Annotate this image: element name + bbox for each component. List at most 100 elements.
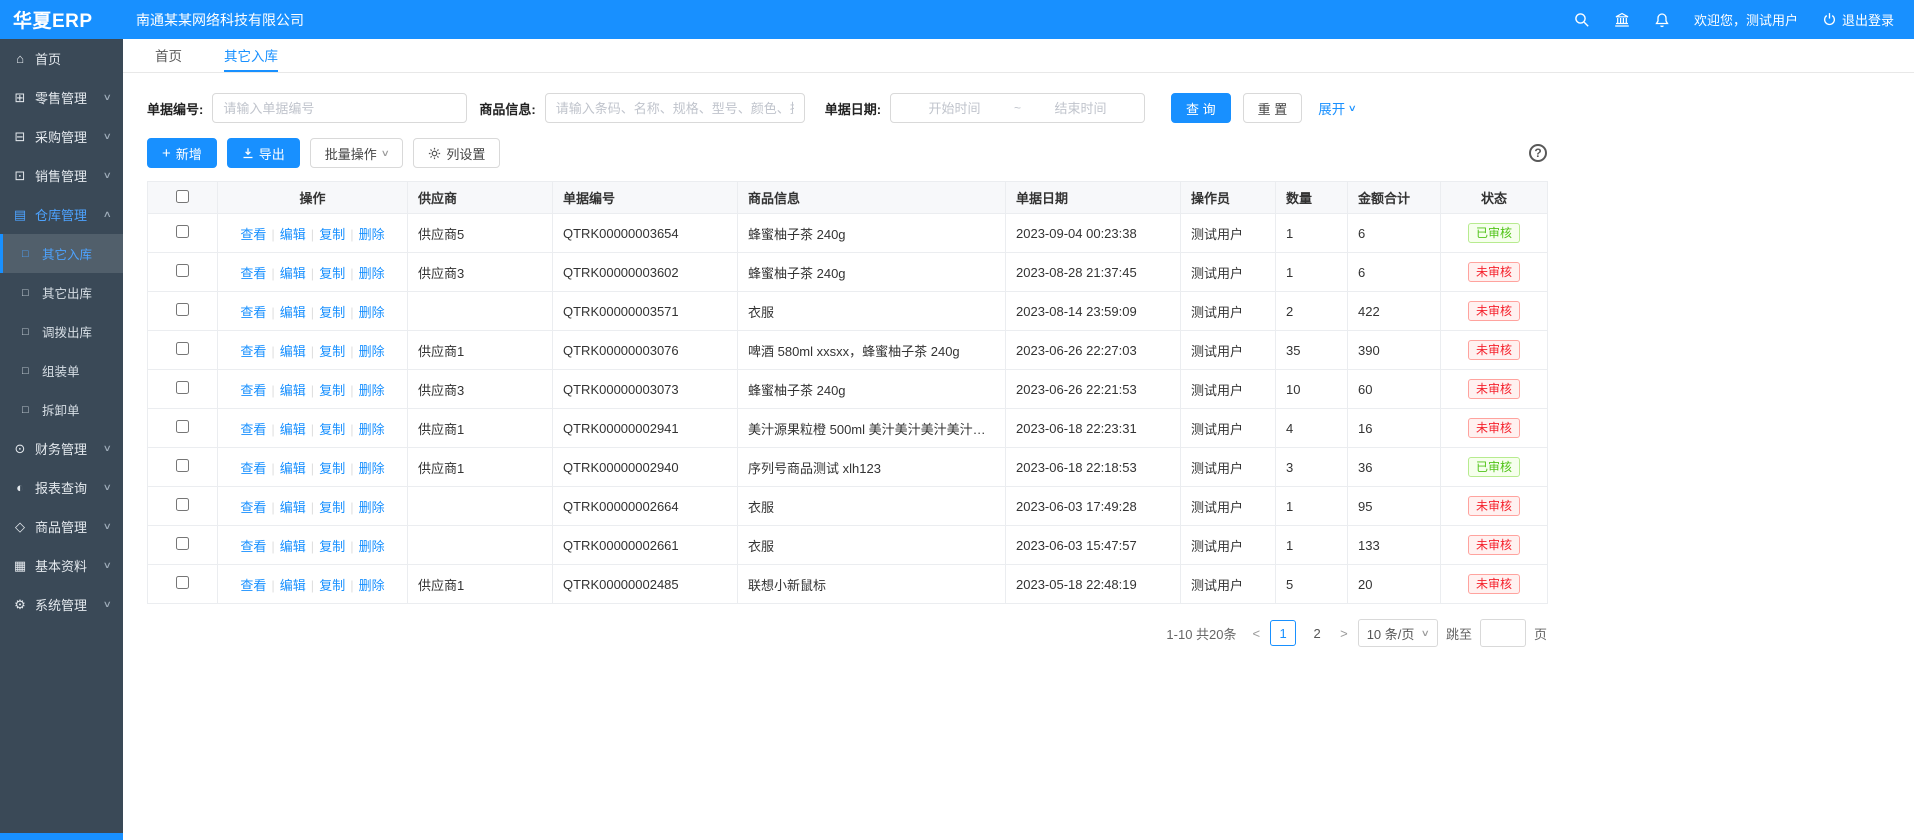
sidebar-subitem-other-inbound[interactable]: □其它入库 <box>0 234 123 273</box>
delete-link[interactable]: 删除 <box>359 227 385 242</box>
logout-button[interactable]: 退出登录 <box>1822 10 1894 29</box>
edit-link[interactable]: 编辑 <box>280 422 306 437</box>
sidebar-subitem-transfer-outbound[interactable]: □调拨出库 <box>0 312 123 351</box>
operator-cell: 测试用户 <box>1181 526 1276 565</box>
row-checkbox[interactable] <box>176 381 189 394</box>
bill-no-input[interactable] <box>212 93 467 123</box>
delete-link[interactable]: 删除 <box>359 344 385 359</box>
sidebar-subitem-disassembly[interactable]: □拆卸单 <box>0 390 123 429</box>
edit-link[interactable]: 编辑 <box>280 500 306 515</box>
view-link[interactable]: 查看 <box>240 578 266 593</box>
edit-link[interactable]: 编辑 <box>280 227 306 242</box>
add-button[interactable]: + 新增 <box>147 138 217 168</box>
view-link[interactable]: 查看 <box>240 305 266 320</box>
page-size-select[interactable]: 10 条/页 ∨ <box>1358 619 1438 647</box>
view-link[interactable]: 查看 <box>240 461 266 476</box>
view-link[interactable]: 查看 <box>240 539 266 554</box>
view-link[interactable]: 查看 <box>240 422 266 437</box>
copy-link[interactable]: 复制 <box>319 539 345 554</box>
table-row: 查看|编辑|复制|删除QTRK00000002664衣服2023-06-03 1… <box>148 487 1548 526</box>
select-all-checkbox[interactable] <box>176 190 189 203</box>
end-date-input[interactable] <box>1025 101 1136 116</box>
supplier-cell <box>408 526 553 565</box>
prev-page-button[interactable]: < <box>1251 626 1263 641</box>
copy-link[interactable]: 复制 <box>319 305 345 320</box>
copy-link[interactable]: 复制 <box>319 422 345 437</box>
search-button[interactable]: 查 询 <box>1171 93 1231 123</box>
bank-icon[interactable] <box>1614 12 1630 28</box>
delete-link[interactable]: 删除 <box>359 578 385 593</box>
batch-operations-button[interactable]: 批量操作 ∨ <box>310 138 404 168</box>
sidebar-item-finance[interactable]: ⊙财务管理∨ <box>0 429 123 468</box>
search-icon[interactable] <box>1574 12 1590 28</box>
sidebar-item-home[interactable]: ⌂首页 <box>0 39 123 78</box>
copy-link[interactable]: 复制 <box>319 383 345 398</box>
view-link[interactable]: 查看 <box>240 227 266 242</box>
copy-link[interactable]: 复制 <box>319 461 345 476</box>
start-date-input[interactable] <box>899 101 1010 116</box>
edit-link[interactable]: 编辑 <box>280 344 306 359</box>
sidebar-item-report[interactable]: ◐报表查询∨ <box>0 468 123 507</box>
sidebar-item-warehouse[interactable]: ▤仓库管理∧ <box>0 195 123 234</box>
copy-link[interactable]: 复制 <box>319 344 345 359</box>
edit-link[interactable]: 编辑 <box>280 461 306 476</box>
row-checkbox[interactable] <box>176 342 189 355</box>
copy-link[interactable]: 复制 <box>319 578 345 593</box>
row-checkbox[interactable] <box>176 303 189 316</box>
tab-home[interactable]: 首页 <box>155 39 182 72</box>
sidebar-item-system[interactable]: ⚙系统管理∨ <box>0 585 123 624</box>
row-checkbox[interactable] <box>176 537 189 550</box>
goods-info-input[interactable] <box>545 93 805 123</box>
status-badge: 已审核 <box>1468 457 1520 477</box>
edit-link[interactable]: 编辑 <box>280 578 306 593</box>
delete-link[interactable]: 删除 <box>359 422 385 437</box>
page-button-2[interactable]: 2 <box>1304 620 1330 646</box>
sidebar-subitem-other-outbound[interactable]: □其它出库 <box>0 273 123 312</box>
reset-button[interactable]: 重 置 <box>1243 93 1303 123</box>
column-settings-button[interactable]: 列设置 <box>413 138 500 168</box>
bell-icon[interactable] <box>1654 12 1670 28</box>
row-checkbox[interactable] <box>176 576 189 589</box>
inbound-table: 操作供应商单据编号商品信息单据日期操作员数量金额合计状态 查看|编辑|复制|删除… <box>147 181 1548 604</box>
help-icon[interactable]: ? <box>1529 144 1547 162</box>
date-range-picker[interactable]: ~ <box>890 93 1145 123</box>
sidebar-item-purchase[interactable]: ⊟采购管理∨ <box>0 117 123 156</box>
next-page-button[interactable]: > <box>1338 626 1350 641</box>
view-link[interactable]: 查看 <box>240 500 266 515</box>
sidebar-item-goods[interactable]: ◇商品管理∨ <box>0 507 123 546</box>
edit-link[interactable]: 编辑 <box>280 539 306 554</box>
view-link[interactable]: 查看 <box>240 266 266 281</box>
view-link[interactable]: 查看 <box>240 383 266 398</box>
tab-other-inbound[interactable]: 其它入库 <box>224 39 278 72</box>
row-checkbox[interactable] <box>176 459 189 472</box>
sidebar-item-basic[interactable]: ▦基本资料∨ <box>0 546 123 585</box>
expand-link[interactable]: 展开 ∨ <box>1318 98 1356 118</box>
delete-link[interactable]: 删除 <box>359 500 385 515</box>
delete-link[interactable]: 删除 <box>359 383 385 398</box>
actions-cell: 查看|编辑|复制|删除 <box>218 370 408 409</box>
export-button[interactable]: 导出 <box>227 138 300 168</box>
copy-link[interactable]: 复制 <box>319 266 345 281</box>
row-checkbox[interactable] <box>176 264 189 277</box>
amount-cell: 60 <box>1348 370 1441 409</box>
delete-link[interactable]: 删除 <box>359 305 385 320</box>
edit-link[interactable]: 编辑 <box>280 383 306 398</box>
supplier-cell: 供应商1 <box>408 409 553 448</box>
row-checkbox[interactable] <box>176 498 189 511</box>
page-button-1[interactable]: 1 <box>1270 620 1296 646</box>
delete-link[interactable]: 删除 <box>359 461 385 476</box>
delete-link[interactable]: 删除 <box>359 266 385 281</box>
edit-link[interactable]: 编辑 <box>280 305 306 320</box>
sidebar-item-retail[interactable]: ⊞零售管理∨ <box>0 78 123 117</box>
row-checkbox[interactable] <box>176 420 189 433</box>
jump-page-input[interactable] <box>1480 619 1526 647</box>
sidebar-item-sales[interactable]: ⊡销售管理∨ <box>0 156 123 195</box>
sidebar-collapse-bar[interactable] <box>0 833 123 840</box>
sidebar-subitem-assembly[interactable]: □组装单 <box>0 351 123 390</box>
copy-link[interactable]: 复制 <box>319 500 345 515</box>
edit-link[interactable]: 编辑 <box>280 266 306 281</box>
row-checkbox[interactable] <box>176 225 189 238</box>
copy-link[interactable]: 复制 <box>319 227 345 242</box>
view-link[interactable]: 查看 <box>240 344 266 359</box>
delete-link[interactable]: 删除 <box>359 539 385 554</box>
